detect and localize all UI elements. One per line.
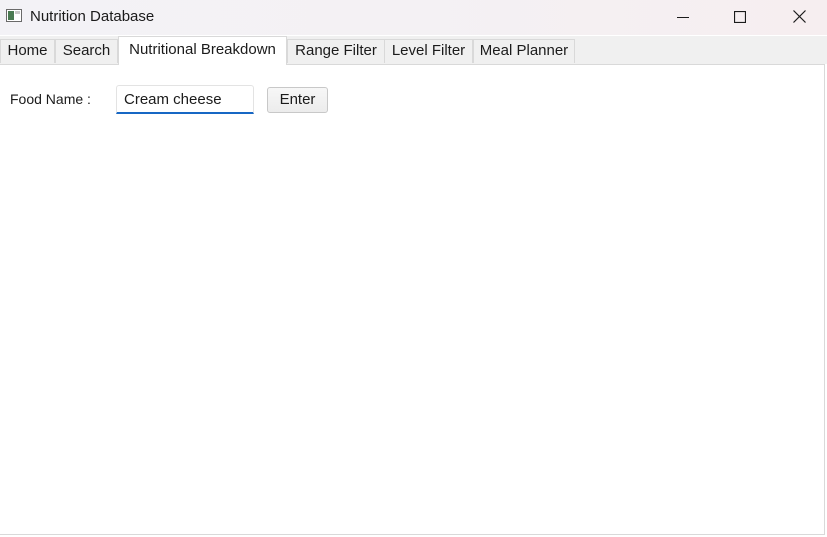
minimize-button[interactable] <box>655 0 711 35</box>
app-window: Nutrition Database Home Search Nutrition… <box>0 0 827 537</box>
title-bar[interactable]: Nutrition Database <box>0 0 827 35</box>
food-name-input[interactable] <box>116 85 254 114</box>
tab-home[interactable]: Home <box>0 39 55 63</box>
maximize-button[interactable] <box>712 0 768 35</box>
tab-meal-planner[interactable]: Meal Planner <box>473 39 575 63</box>
app-window-icon <box>6 9 22 22</box>
maximize-icon <box>733 10 747 26</box>
window-title: Nutrition Database <box>30 8 155 25</box>
tab-level-filter[interactable]: Level Filter <box>384 39 473 63</box>
tab-bar: Home Search Nutritional Breakdown Range … <box>0 36 827 65</box>
close-icon <box>792 9 806 26</box>
enter-button[interactable]: Enter <box>267 87 328 113</box>
tab-nutritional-breakdown[interactable]: Nutritional Breakdown <box>118 36 287 65</box>
close-button[interactable] <box>771 0 827 35</box>
tab-range-filter[interactable]: Range Filter <box>287 39 385 63</box>
food-name-label: Food Name : <box>10 91 91 107</box>
tab-search[interactable]: Search <box>55 39 118 63</box>
minimize-icon <box>677 10 689 26</box>
nutritional-breakdown-panel: Food Name : Enter <box>0 64 825 535</box>
